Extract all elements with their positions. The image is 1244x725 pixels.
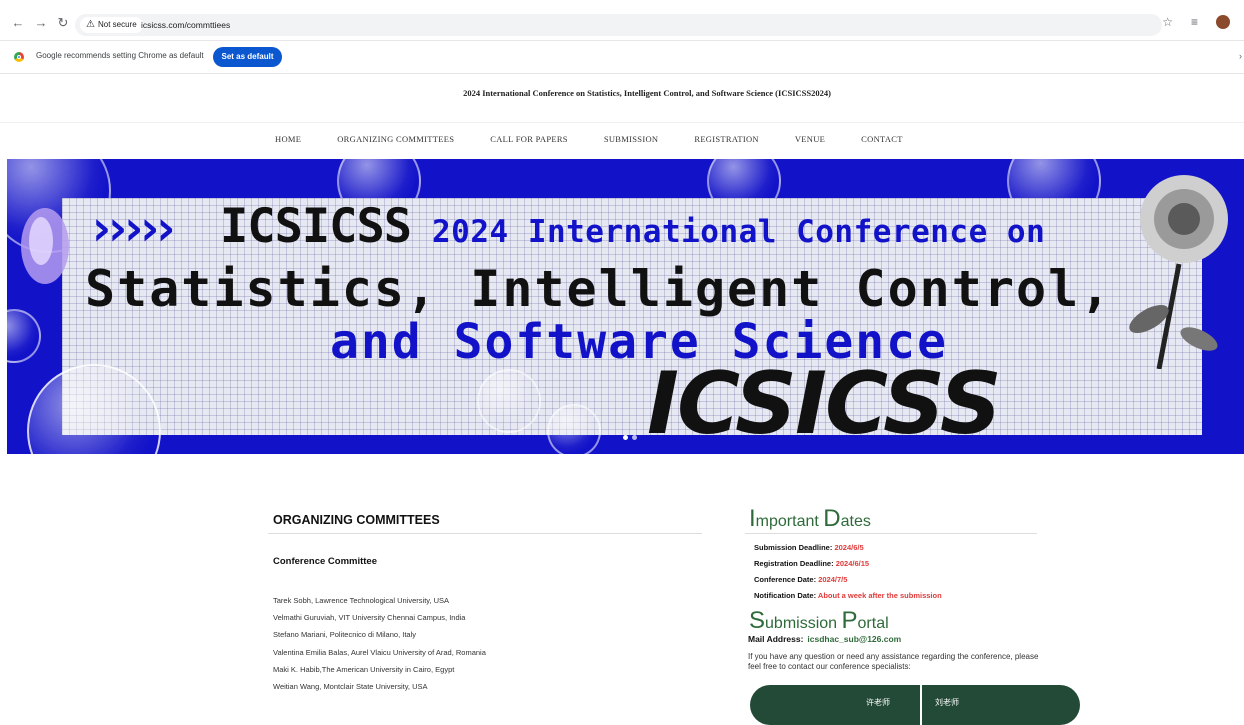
date-value: 2024/6/15 bbox=[835, 559, 870, 568]
carousel-dots[interactable] bbox=[623, 435, 637, 440]
flower-icon bbox=[21, 208, 69, 284]
heading-initial: S bbox=[749, 607, 766, 634]
nav-home[interactable]: HOME bbox=[275, 134, 301, 144]
mail-address: Mail Address: icsdhac_sub@126.com bbox=[748, 634, 901, 644]
list-item: Maki K. Habib,The American University in… bbox=[273, 664, 455, 674]
hero-banner[interactable]: ››››› ICSICSS 2024 International Confere… bbox=[7, 159, 1244, 454]
site-title: 2024 International Conference on Statist… bbox=[463, 88, 831, 98]
reload-icon[interactable]: ↻ bbox=[55, 15, 71, 31]
banner-brand: ICSICSS bbox=[220, 199, 412, 254]
nav-submission[interactable]: SUBMISSION bbox=[604, 134, 659, 144]
rose-icon bbox=[1129, 175, 1228, 369]
list-item: Valentina Emilia Balas, Aurel Vlaicu Uni… bbox=[273, 647, 486, 657]
browser-toolbar: ← → ↻ ⚠ Not secure icsicss.com/commttiees… bbox=[0, 0, 1244, 41]
date-item: Registration Deadline: 2024/6/15 bbox=[754, 559, 942, 575]
bubble-decoration bbox=[7, 309, 41, 363]
date-value: About a week after the submission bbox=[817, 591, 942, 600]
heading-text: mportant bbox=[755, 513, 824, 530]
heading-initial: I bbox=[749, 505, 756, 532]
nav-contact[interactable]: CONTACT bbox=[861, 134, 903, 144]
chrome-logo-icon bbox=[14, 52, 24, 62]
profile-avatar[interactable] bbox=[1216, 15, 1230, 29]
section-heading: ORGANIZING COMMITTEES bbox=[273, 513, 440, 527]
infobar-close-icon[interactable]: › bbox=[1239, 51, 1242, 61]
heading-text: ates bbox=[840, 513, 871, 530]
banner-big-brand: ICSICSS bbox=[647, 354, 1002, 454]
mail-label: Mail Address: bbox=[748, 634, 804, 644]
reading-list-icon[interactable]: ≡ bbox=[1191, 15, 1198, 29]
date-item: Submission Deadline: 2024/6/5 bbox=[754, 543, 942, 559]
heading-initial: P bbox=[841, 607, 858, 634]
committee-list: Tarek Sobh, Lawrence Technological Unive… bbox=[273, 596, 486, 699]
contact-specialist-a[interactable]: 许老师 bbox=[866, 697, 890, 708]
bookmark-star-icon[interactable]: ☆ bbox=[1162, 15, 1173, 29]
list-item: Tarek Sobh, Lawrence Technological Unive… bbox=[273, 596, 450, 605]
nav-registration[interactable]: REGISTRATION bbox=[694, 134, 759, 144]
security-label: Not secure bbox=[97, 20, 137, 29]
carousel-dot[interactable] bbox=[623, 435, 628, 440]
nav-venue[interactable]: VENUE bbox=[795, 134, 825, 144]
date-item: Notification Date: About a week after th… bbox=[754, 591, 942, 607]
list-item: Velmathi Guruviah, VIT University Chenna… bbox=[273, 613, 466, 623]
heading-divider bbox=[268, 533, 702, 534]
date-value: 2024/7/5 bbox=[818, 575, 848, 584]
bubble-decoration bbox=[547, 404, 601, 454]
bubble-decoration bbox=[477, 369, 541, 433]
chevron-arrows-icon: ››››› bbox=[86, 199, 180, 257]
address-bar[interactable]: ⚠ Not secure icsicss.com/commttiees bbox=[75, 14, 1162, 36]
url-text[interactable]: icsicss.com/commttiees bbox=[141, 14, 230, 36]
default-browser-infobar: Google recommends setting Chrome as defa… bbox=[0, 41, 1244, 74]
help-text: If you have any question or need any ass… bbox=[748, 652, 1039, 671]
banner-tagline: 2024 International Conference on bbox=[432, 214, 1046, 250]
contact-divider bbox=[920, 685, 922, 725]
date-item: Conference Date: 2024/7/5 bbox=[754, 575, 942, 591]
nav-call-for-papers[interactable]: CALL FOR PAPERS bbox=[490, 134, 568, 144]
date-label: Registration Deadline: bbox=[754, 559, 834, 568]
contact-specialist-b[interactable]: 刘老师 bbox=[935, 697, 959, 708]
set-default-button[interactable]: Set as default bbox=[213, 47, 282, 67]
heading-divider bbox=[745, 533, 1037, 534]
subsection-heading: Conference Committee bbox=[273, 556, 377, 567]
heading-text: ubmission bbox=[765, 615, 842, 632]
date-label: Conference Date: bbox=[754, 575, 817, 584]
banner-topics-line1: Statistics, Intelligent Control, bbox=[85, 260, 1113, 318]
main-menu: HOME ORGANIZING COMMITTEES CALL FOR PAPE… bbox=[275, 134, 939, 144]
contact-specialists-box: 许老师 刘老师 bbox=[750, 685, 1080, 725]
mail-link[interactable]: icsdhac_sub@126.com bbox=[807, 634, 901, 644]
infobar-message: Google recommends setting Chrome as defa… bbox=[36, 51, 204, 60]
list-item: Weitian Wang, Montclair State University… bbox=[273, 681, 428, 691]
warning-icon: ⚠ bbox=[86, 19, 95, 30]
date-label: Notification Date: bbox=[754, 591, 817, 600]
list-item: Stefano Mariani, Politecnico di Milano, … bbox=[273, 630, 416, 640]
nav-organizing-committees[interactable]: ORGANIZING COMMITTEES bbox=[337, 134, 454, 144]
back-icon[interactable]: ← bbox=[10, 15, 26, 31]
heading-initial: D bbox=[823, 505, 841, 532]
important-dates-heading: Important Dates bbox=[749, 505, 871, 533]
security-indicator[interactable]: ⚠ Not secure bbox=[80, 17, 143, 33]
heading-text: ortal bbox=[857, 615, 889, 632]
date-label: Submission Deadline: bbox=[754, 543, 833, 552]
carousel-dot[interactable] bbox=[632, 435, 637, 440]
dates-list: Submission Deadline: 2024/6/5 Registrati… bbox=[754, 543, 942, 607]
date-value: 2024/6/5 bbox=[834, 543, 864, 552]
forward-icon[interactable]: → bbox=[33, 15, 49, 31]
submission-portal-heading: Submission Portal bbox=[749, 607, 889, 635]
